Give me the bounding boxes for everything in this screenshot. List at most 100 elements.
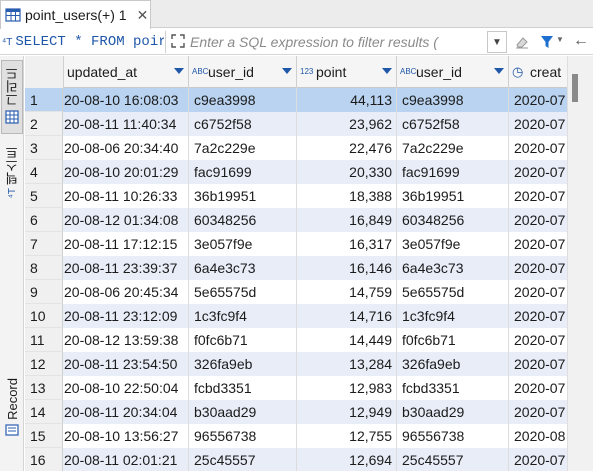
table-cell-user_id[interactable]: 36b19951 (189, 184, 297, 208)
vertical-scrollbar[interactable] (567, 56, 593, 471)
table-cell-updated_at[interactable]: 20-08-12 01:34:08 (64, 208, 189, 232)
table-row[interactable]: 1 20-08-10 16:08:03 c9ea3998 44,113 c9ea3998… (25, 88, 567, 112)
table-row[interactable]: 16 20-08-11 02:01:21 25c45557 12,694 25c4555… (25, 448, 567, 471)
row-number[interactable]: 10 (25, 304, 63, 328)
row-number[interactable]: 1 (25, 88, 63, 112)
sort-arrow-icon[interactable] (282, 68, 292, 74)
table-cell-user_id2[interactable]: 6a4e3c73 (397, 256, 509, 280)
table-cell-user_id[interactable]: 7a2c229e (189, 136, 297, 160)
table-cell-created[interactable]: 2020-07 (509, 304, 567, 328)
sql-query-label[interactable]: ⁴T SELECT * FROM poir (2, 32, 164, 52)
table-row[interactable]: 4 20-08-10 20:01:29 fac91699 20,330 fac91699… (25, 160, 567, 184)
table-cell-user_id2[interactable]: f0fc6b71 (397, 328, 509, 352)
table-cell-user_id[interactable]: 326fa9eb (189, 352, 297, 376)
table-cell-updated_at[interactable]: 20-08-11 17:12:15 (64, 232, 189, 256)
table-cell-user_id2[interactable]: 36b19951 (397, 184, 509, 208)
table-cell-created[interactable]: 2020-07 (509, 208, 567, 232)
table-cell-user_id[interactable]: 60348256 (189, 208, 297, 232)
table-row[interactable]: 8 20-08-11 23:39:37 6a4e3c73 16,146 6a4e3c73… (25, 256, 567, 280)
row-number[interactable]: 8 (25, 256, 63, 280)
table-cell-updated_at[interactable]: 20-08-06 20:45:34 (64, 280, 189, 304)
table-cell-created[interactable]: 2020-07 (509, 256, 567, 280)
table-row[interactable]: 10 20-08-11 23:12:09 1c3fc9f4 14,716 1c3fc9f… (25, 304, 567, 328)
table-cell-point[interactable]: 14,449 (297, 328, 397, 352)
table-cell-point[interactable]: 23,962 (297, 112, 397, 136)
table-row[interactable]: 14 20-08-11 20:34:04 b30aad29 12,949 b30aad2… (25, 400, 567, 424)
table-row[interactable]: 5 20-08-11 10:26:33 36b19951 18,388 36b19951… (25, 184, 567, 208)
column-header[interactable]: 123 point (297, 56, 397, 88)
tab-record-view[interactable]: Record (1, 378, 23, 468)
table-cell-point[interactable]: 12,694 (297, 448, 397, 471)
table-row[interactable]: 15 20-08-10 13:56:27 96556738 12,755 9655673… (25, 424, 567, 448)
table-cell-updated_at[interactable]: 20-08-11 20:34:04 (64, 400, 189, 424)
row-number[interactable]: 6 (25, 208, 63, 232)
table-cell-point[interactable]: 12,949 (297, 400, 397, 424)
table-cell-updated_at[interactable]: 20-08-11 23:54:50 (64, 352, 189, 376)
table-cell-user_id[interactable]: 96556738 (189, 424, 297, 448)
table-cell-point[interactable]: 44,113 (297, 88, 397, 112)
row-number[interactable]: 9 (25, 280, 63, 304)
table-cell-user_id[interactable]: fac91699 (189, 160, 297, 184)
table-cell-updated_at[interactable]: 20-08-10 13:56:27 (64, 424, 189, 448)
table-cell-user_id2[interactable]: 3e057f9e (397, 232, 509, 256)
table-cell-created[interactable]: 2020-07 (509, 112, 567, 136)
sort-arrow-icon[interactable] (382, 68, 392, 74)
table-cell-user_id[interactable]: b30aad29 (189, 400, 297, 424)
row-number[interactable]: 11 (25, 328, 63, 352)
expand-icon[interactable] (170, 33, 186, 49)
table-cell-point[interactable]: 12,983 (297, 376, 397, 400)
table-cell-created[interactable]: 2020-07 (509, 400, 567, 424)
table-cell-point[interactable]: 14,716 (297, 304, 397, 328)
row-number[interactable]: 16 (25, 448, 63, 471)
table-cell-point[interactable]: 22,476 (297, 136, 397, 160)
table-cell-user_id[interactable]: 5e65575d (189, 280, 297, 304)
table-cell-user_id[interactable]: 3e057f9e (189, 232, 297, 256)
table-row[interactable]: 2 20-08-11 11:40:34 c6752f58 23,962 c6752f58… (25, 112, 567, 136)
table-cell-point[interactable]: 12,755 (297, 424, 397, 448)
table-cell-user_id[interactable]: 1c3fc9f4 (189, 304, 297, 328)
table-cell-point[interactable]: 20,330 (297, 160, 397, 184)
row-number[interactable]: 4 (25, 160, 63, 184)
table-cell-user_id2[interactable]: 1c3fc9f4 (397, 304, 509, 328)
row-number[interactable]: 15 (25, 424, 63, 448)
table-cell-user_id2[interactable]: 60348256 (397, 208, 509, 232)
table-cell-user_id2[interactable]: c9ea3998 (397, 88, 509, 112)
table-cell-user_id[interactable]: 25c45557 (189, 448, 297, 471)
table-cell-created[interactable]: 2020-07 (509, 448, 567, 471)
table-row[interactable]: 6 20-08-12 01:34:08 60348256 16,849 60348256… (25, 208, 567, 232)
table-cell-user_id2[interactable]: fcbd3351 (397, 376, 509, 400)
table-cell-updated_at[interactable]: 20-08-11 02:01:21 (64, 448, 189, 471)
table-row[interactable]: 9 20-08-06 20:45:34 5e65575d 14,759 5e65575d… (25, 280, 567, 304)
results-tab[interactable]: point_users(+) 1 ✕ (0, 0, 151, 29)
table-cell-point[interactable]: 14,759 (297, 280, 397, 304)
table-cell-created[interactable]: 2020-07 (509, 376, 567, 400)
tab-grid-view[interactable]: 그리드 (1, 60, 23, 134)
table-cell-updated_at[interactable]: 20-08-10 16:08:03 (64, 88, 189, 112)
table-cell-updated_at[interactable]: 20-08-11 23:12:09 (64, 304, 189, 328)
table-row[interactable]: 3 20-08-06 20:34:40 7a2c229e 22,476 7a2c229e… (25, 136, 567, 160)
tab-text-view[interactable]: 텍스트 ⁴T (1, 146, 23, 216)
table-cell-point[interactable]: 13,284 (297, 352, 397, 376)
table-cell-created[interactable]: 2020-07 (509, 160, 567, 184)
table-cell-updated_at[interactable]: 20-08-11 10:26:33 (64, 184, 189, 208)
table-cell-user_id[interactable]: fcbd3351 (189, 376, 297, 400)
table-cell-created[interactable]: 2020-07 (509, 280, 567, 304)
table-cell-user_id2[interactable]: 326fa9eb (397, 352, 509, 376)
table-cell-created[interactable]: 2020-07 (509, 136, 567, 160)
table-row[interactable]: 11 20-08-12 13:59:38 f0fc6b71 14,449 f0fc6b7… (25, 328, 567, 352)
table-cell-user_id[interactable]: c6752f58 (189, 112, 297, 136)
table-row[interactable]: 13 20-08-10 22:50:04 fcbd3351 12,983 fcbd335… (25, 376, 567, 400)
row-number[interactable]: 7 (25, 232, 63, 256)
table-cell-user_id2[interactable]: fac91699 (397, 160, 509, 184)
row-number[interactable]: 3 (25, 136, 63, 160)
table-cell-user_id[interactable]: c9ea3998 (189, 88, 297, 112)
table-cell-created[interactable]: 2020-08 (509, 424, 567, 448)
table-row[interactable]: 7 20-08-11 17:12:15 3e057f9e 16,317 3e057f9e… (25, 232, 567, 256)
scrollbar-thumb[interactable] (572, 74, 578, 102)
row-number[interactable]: 12 (25, 352, 63, 376)
table-cell-point[interactable]: 16,146 (297, 256, 397, 280)
row-number[interactable]: 5 (25, 184, 63, 208)
filter-history-dropdown[interactable]: ▼ (487, 31, 507, 53)
table-cell-user_id2[interactable]: b30aad29 (397, 400, 509, 424)
column-header[interactable]: ABC user_id (397, 56, 509, 88)
